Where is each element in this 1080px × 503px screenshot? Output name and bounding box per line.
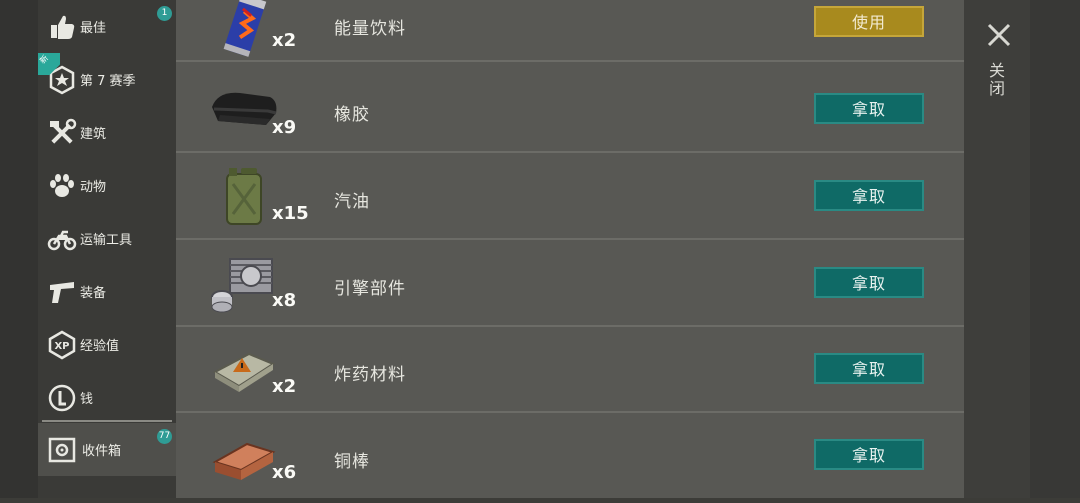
notification-badge: 1 bbox=[157, 6, 172, 21]
list-item: x8 引擎部件 拿取 bbox=[176, 240, 964, 327]
list-item: x2 能量饮料 使用 bbox=[176, 0, 964, 62]
sidebar-item-animals[interactable]: 动物 bbox=[38, 159, 176, 212]
inbox-list: x2 能量饮料 使用 x9 橡胶 拿取 x15 汽油 拿取 x8 引擎部件 拿取… bbox=[176, 0, 964, 498]
item-quantity: x2 bbox=[272, 30, 297, 51]
coin-icon bbox=[46, 382, 78, 414]
sidebar-item-label: 最佳 bbox=[80, 21, 107, 36]
item-quantity: x2 bbox=[272, 376, 297, 397]
thumbs-up-icon bbox=[46, 11, 78, 43]
sidebar-item-label: 建筑 bbox=[80, 127, 107, 142]
item-name: 汽油 bbox=[334, 192, 370, 212]
sidebar-item-xp[interactable]: XP 经验值 bbox=[38, 318, 176, 371]
list-item: x9 橡胶 拿取 bbox=[176, 62, 964, 153]
notification-badge: 77 bbox=[157, 429, 172, 444]
sidebar-divider bbox=[42, 420, 172, 422]
sidebar-item-label: 运输工具 bbox=[80, 233, 133, 248]
close-panel: 关闭 bbox=[964, 0, 1030, 498]
new-ribbon: 新 bbox=[38, 53, 60, 75]
item-name: 铜棒 bbox=[334, 452, 370, 472]
sidebar-item-inbox[interactable]: 收件箱 77 bbox=[38, 423, 176, 476]
list-item: x6 铜棒 拿取 bbox=[176, 413, 964, 503]
item-name: 橡胶 bbox=[334, 105, 370, 125]
sidebar-item-equipment[interactable]: 装备 bbox=[38, 265, 176, 318]
right-edge bbox=[1030, 0, 1080, 498]
paw-icon bbox=[46, 170, 78, 202]
close-button-label[interactable]: 关闭 bbox=[986, 62, 1008, 98]
item-name: 炸药材料 bbox=[334, 365, 406, 385]
sidebar-item-season[interactable]: 新 第 7 赛季 bbox=[38, 53, 176, 106]
sidebar: 最佳 1 新 第 7 赛季 建筑 动物 运输工具 装备 XP 经验值 钱 收件箱… bbox=[38, 0, 176, 498]
sidebar-item-label: 经验值 bbox=[80, 339, 120, 354]
sidebar-item-vehicles[interactable]: 运输工具 bbox=[38, 212, 176, 265]
take-button[interactable]: 拿取 bbox=[814, 439, 924, 470]
item-quantity: x9 bbox=[272, 117, 297, 138]
use-button[interactable]: 使用 bbox=[814, 6, 924, 37]
item-quantity: x8 bbox=[272, 290, 297, 311]
hammer-wrench-icon bbox=[46, 117, 78, 149]
sidebar-item-building[interactable]: 建筑 bbox=[38, 106, 176, 159]
item-quantity: x6 bbox=[272, 462, 297, 483]
item-name: 能量饮料 bbox=[334, 19, 406, 39]
item-name: 引擎部件 bbox=[334, 279, 406, 299]
list-item: x15 汽油 拿取 bbox=[176, 153, 964, 240]
svg-text:XP: XP bbox=[54, 341, 69, 352]
xp-icon: XP bbox=[46, 329, 78, 361]
left-edge bbox=[0, 0, 38, 498]
take-button[interactable]: 拿取 bbox=[814, 353, 924, 384]
sidebar-item-money[interactable]: 钱 bbox=[38, 371, 176, 424]
sidebar-item-label: 第 7 赛季 bbox=[80, 74, 136, 89]
safe-icon bbox=[46, 434, 78, 466]
list-item: x2 炸药材料 拿取 bbox=[176, 327, 964, 413]
sidebar-item-best[interactable]: 最佳 1 bbox=[38, 0, 176, 53]
pistol-icon bbox=[46, 276, 78, 308]
motorcycle-icon bbox=[46, 223, 78, 255]
sidebar-item-label: 钱 bbox=[80, 392, 94, 407]
take-button[interactable]: 拿取 bbox=[814, 93, 924, 124]
sidebar-item-label: 动物 bbox=[80, 180, 107, 195]
close-icon[interactable] bbox=[986, 22, 1012, 48]
sidebar-item-label: 装备 bbox=[80, 286, 107, 301]
take-button[interactable]: 拿取 bbox=[814, 267, 924, 298]
take-button[interactable]: 拿取 bbox=[814, 180, 924, 211]
item-quantity: x15 bbox=[272, 203, 309, 224]
sidebar-item-label: 收件箱 bbox=[82, 444, 122, 459]
